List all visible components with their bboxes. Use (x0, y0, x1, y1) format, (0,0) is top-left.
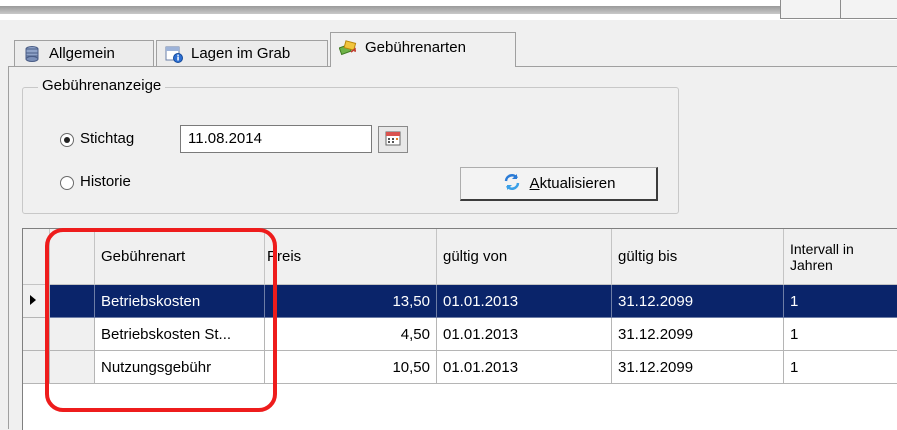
cell-gueltig-bis[interactable]: 31.12.2099 (612, 318, 784, 351)
calendar-button[interactable] (378, 126, 408, 153)
fee-types-grid[interactable]: Gebührenart Preis gültig von gültig bis … (22, 228, 897, 430)
calendar-icon (384, 129, 402, 151)
cell-gebuehrenart[interactable]: Betriebskosten St... (95, 318, 265, 351)
current-row-arrow-icon (29, 293, 37, 310)
cell-preis[interactable]: 10,50 (265, 351, 437, 384)
row-header[interactable] (23, 318, 50, 351)
money-exchange-icon (338, 38, 357, 56)
refresh-button[interactable]: Aktualisieren (460, 167, 658, 201)
refresh-label: ktualisieren (539, 175, 616, 192)
tab-label: Allgemein (49, 45, 115, 62)
tab-gebuehrenarten[interactable]: Gebührenarten (330, 32, 516, 67)
table-row[interactable]: Betriebskosten St... 4,50 01.01.2013 31.… (23, 318, 897, 351)
date-input[interactable]: 11.08.2014 (180, 125, 372, 153)
grid-header-row: Gebührenart Preis gültig von gültig bis … (23, 229, 897, 285)
tab-lagen-im-grab[interactable]: Lagen im Grab (156, 40, 328, 66)
header-cell-blank (50, 229, 95, 285)
cell-gueltig-von[interactable]: 01.01.2013 (437, 318, 612, 351)
groupbox-title: Gebührenanzeige (38, 77, 166, 94)
header-gebuehrenart[interactable]: Gebührenart (95, 229, 265, 285)
stichtag-radio[interactable] (60, 133, 74, 147)
cell-intervall[interactable]: 1 (784, 351, 897, 384)
tab-label: Lagen im Grab (191, 45, 291, 62)
historie-label[interactable]: Historie (80, 173, 131, 190)
row-blank-cell[interactable] (50, 351, 95, 384)
window-top-strip (0, 0, 897, 20)
refresh-accel: A (529, 175, 540, 192)
row-header-corner (23, 229, 50, 285)
cell-gebuehrenart[interactable]: Nutzungsgebühr (95, 351, 265, 384)
header-gueltig-von[interactable]: gültig von (437, 229, 612, 285)
tab-label: Gebührenarten (365, 38, 466, 56)
window-control-button[interactable] (840, 0, 897, 19)
tab-allgemein[interactable]: Allgemein (14, 40, 154, 66)
header-gueltig-bis[interactable]: gültig bis (612, 229, 784, 285)
row-blank-cell[interactable] (50, 285, 95, 318)
table-row[interactable]: Nutzungsgebühr 10,50 01.01.2013 31.12.20… (23, 351, 897, 384)
cell-gueltig-bis[interactable]: 31.12.2099 (612, 351, 784, 384)
header-preis[interactable]: Preis (265, 229, 437, 285)
title-shade (0, 6, 780, 14)
cell-gebuehrenart[interactable]: Betriebskosten (95, 285, 265, 318)
cell-gueltig-von[interactable]: 01.01.2013 (437, 285, 612, 318)
cell-preis[interactable]: 13,50 (265, 285, 437, 318)
row-header[interactable] (23, 351, 50, 384)
row-blank-cell[interactable] (50, 318, 95, 351)
database-icon (23, 45, 41, 63)
cell-gueltig-bis[interactable]: 31.12.2099 (612, 285, 784, 318)
cell-preis[interactable]: 4,50 (265, 318, 437, 351)
window-control-button[interactable] (780, 0, 842, 19)
stichtag-label[interactable]: Stichtag (80, 130, 134, 147)
radio-selected-dot (64, 137, 70, 143)
layers-info-icon (165, 45, 183, 63)
row-header[interactable] (23, 285, 50, 318)
cell-intervall[interactable]: 1 (784, 318, 897, 351)
table-row[interactable]: Betriebskosten 13,50 01.01.2013 31.12.20… (23, 285, 897, 318)
header-intervall[interactable]: Intervall in Jahren (784, 229, 897, 285)
cell-gueltig-von[interactable]: 01.01.2013 (437, 351, 612, 384)
cell-intervall[interactable]: 1 (784, 285, 897, 318)
panel-left-border (8, 67, 9, 429)
historie-radio[interactable] (60, 176, 74, 190)
refresh-icon (502, 172, 522, 196)
